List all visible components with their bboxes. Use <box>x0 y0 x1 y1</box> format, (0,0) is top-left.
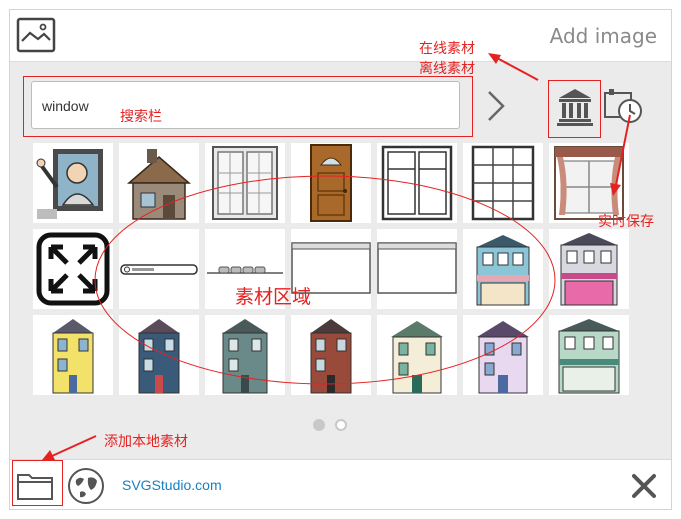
browser-window-frame-2-tile[interactable] <box>377 229 457 309</box>
browser-window-frame-2-image <box>377 242 457 294</box>
page-dot-2[interactable] <box>335 419 347 431</box>
pink-shop-house-image <box>560 233 618 306</box>
history-clock-icon[interactable] <box>602 85 646 129</box>
material-grid <box>33 143 633 395</box>
material-area-label: 素材区域 <box>235 286 312 308</box>
search-bar-widget-image <box>120 264 198 275</box>
fullscreen-arrows-image <box>36 232 110 306</box>
blue-shop-house-tile[interactable] <box>463 229 543 309</box>
search-bar-annotation-box <box>23 76 473 137</box>
library-annotation-box <box>548 80 601 138</box>
green-shop-house-image <box>558 319 620 394</box>
yellow-townhouse-image <box>52 319 94 394</box>
wooden-door-image <box>310 144 352 222</box>
cottage-window-tile[interactable] <box>119 143 199 223</box>
dialog-title: Add image <box>549 24 657 48</box>
lilac-townhouse-image <box>477 321 529 394</box>
green-shop-house-tile[interactable] <box>549 315 629 395</box>
close-icon[interactable] <box>629 471 659 501</box>
pink-shop-house-tile[interactable] <box>549 229 629 309</box>
teal-townhouse-tile[interactable] <box>205 315 285 395</box>
white-double-window-tile[interactable] <box>205 143 285 223</box>
cottage-window-image <box>126 149 192 220</box>
blue-shop-house-image <box>476 235 530 306</box>
fullscreen-arrows-tile[interactable] <box>33 229 113 309</box>
online-material-label: 在线素材 <box>419 41 475 57</box>
offline-material-label: 离线素材 <box>419 61 475 77</box>
autosave-label: 实时保存 <box>598 214 654 230</box>
green-trim-townhouse-tile[interactable] <box>377 315 457 395</box>
lilac-townhouse-tile[interactable] <box>463 315 543 395</box>
teal-townhouse-image <box>222 319 268 394</box>
cream-townhouse-tile[interactable] <box>119 315 199 395</box>
sash-window-tile[interactable] <box>463 143 543 223</box>
dialog-footer: SVGStudio.com <box>10 459 671 509</box>
white-double-window-image <box>212 146 278 220</box>
globe-icon[interactable] <box>66 466 106 506</box>
dialog-header: Add image <box>10 10 671 62</box>
man-in-window-tile[interactable] <box>33 143 113 223</box>
sash-window-image <box>471 145 535 221</box>
pagination <box>313 419 349 433</box>
image-icon <box>16 17 56 53</box>
man-in-window-image <box>36 149 103 219</box>
page-dot-1[interactable] <box>313 419 325 431</box>
red-brick-townhouse-image <box>310 319 352 394</box>
french-window-tile[interactable] <box>377 143 457 223</box>
search-bar-widget-tile[interactable] <box>119 229 199 309</box>
folder-annotation-box <box>12 460 63 506</box>
wooden-door-tile[interactable] <box>291 143 371 223</box>
yellow-townhouse-tile[interactable] <box>33 315 113 395</box>
green-trim-townhouse-image <box>391 321 443 394</box>
chevron-right-icon[interactable] <box>484 88 508 124</box>
french-window-image <box>381 145 453 221</box>
search-bar-label: 搜索栏 <box>120 109 162 125</box>
add-local-label: 添加本地素材 <box>104 434 188 450</box>
brand-link[interactable]: SVGStudio.com <box>122 477 222 493</box>
red-brick-townhouse-tile[interactable] <box>291 315 371 395</box>
cream-townhouse-image <box>138 319 180 394</box>
